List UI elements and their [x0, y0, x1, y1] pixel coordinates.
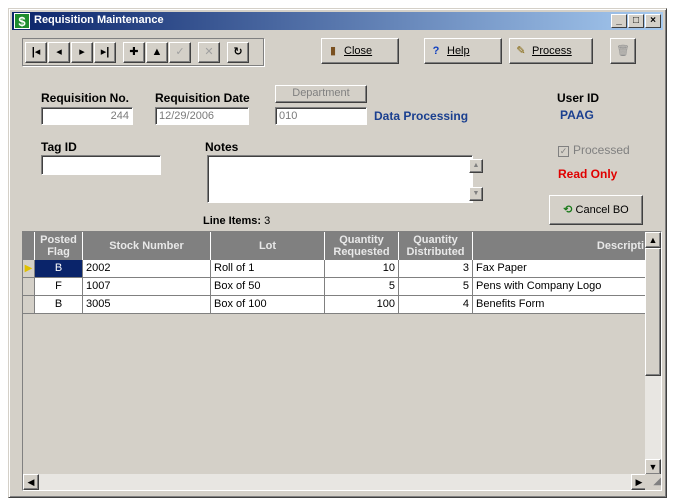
- header-qty-requested[interactable]: Quantity Requested: [325, 232, 399, 260]
- header-description[interactable]: Descripti: [473, 232, 647, 260]
- cell-qty-distributed[interactable]: 4: [399, 296, 473, 314]
- header-posted-flag[interactable]: Posted Flag: [35, 232, 83, 260]
- notes-scroll-down[interactable]: ▼: [469, 187, 483, 201]
- line-items-label: Line Items:: [203, 215, 262, 227]
- tag-id-label: Tag ID: [41, 140, 77, 154]
- current-row-arrow-icon: ▶: [23, 260, 35, 278]
- save-record-button[interactable]: ✓: [169, 42, 191, 63]
- requisition-date-field[interactable]: 12/29/2006: [155, 107, 249, 125]
- close-window-button[interactable]: ×: [645, 14, 661, 28]
- processed-label: Processed: [573, 143, 630, 157]
- app-dollar-icon: $: [14, 13, 30, 29]
- door-icon: ▮: [329, 45, 337, 57]
- record-navigator: |◂ ◂ ▸ ▸| ✚ ▲ ✓ ✕ ↻: [22, 38, 264, 66]
- row-selector[interactable]: [23, 296, 35, 314]
- cell-stock[interactable]: 2002: [83, 260, 211, 278]
- maximize-button[interactable]: □: [628, 14, 644, 28]
- processed-checkbox[interactable]: ✓ Processed: [558, 143, 630, 157]
- header-qty-distributed[interactable]: Quantity Distributed: [399, 232, 473, 260]
- resize-grip-icon[interactable]: ◢: [645, 474, 661, 490]
- cell-qty-distributed[interactable]: 5: [399, 278, 473, 296]
- user-id-label: User ID: [557, 91, 600, 105]
- cancel-bo-button[interactable]: ⟲ Cancel BO: [549, 195, 643, 225]
- cell-stock[interactable]: 3005: [83, 296, 211, 314]
- trash-icon: 🗑: [616, 45, 630, 57]
- grid-horizontal-scrollbar[interactable]: ◀ ▶: [23, 474, 647, 490]
- last-record-button[interactable]: ▸|: [94, 42, 116, 63]
- table-row[interactable]: ▶ B 2002 Roll of 1 10 3 Fax Paper: [23, 260, 647, 278]
- process-button[interactable]: ✎ Process: [509, 38, 593, 64]
- cell-description[interactable]: Fax Paper: [473, 260, 647, 278]
- line-items-info: Line Items: 3: [203, 215, 270, 227]
- notes-scroll-up[interactable]: ▲: [469, 159, 483, 173]
- grid-vertical-scrollbar[interactable]: ▲ ▼: [645, 232, 661, 475]
- department-name: Data Processing: [374, 109, 469, 123]
- first-record-button[interactable]: |◂: [25, 42, 47, 63]
- cell-description[interactable]: Pens with Company Logo: [473, 278, 647, 296]
- header-lot[interactable]: Lot: [211, 232, 325, 260]
- notes-field[interactable]: [207, 155, 473, 203]
- cell-qty-distributed[interactable]: 3: [399, 260, 473, 278]
- line-items-count: 3: [264, 215, 271, 227]
- process-button-label: Process: [532, 45, 572, 57]
- scroll-down-arrow-icon[interactable]: ▼: [645, 459, 661, 475]
- cell-lot[interactable]: Box of 50: [211, 278, 325, 296]
- table-row[interactable]: B 3005 Box of 100 100 4 Benefits Form: [23, 296, 647, 314]
- requisition-no-field[interactable]: 244: [41, 107, 133, 125]
- user-id-value: PAAG: [560, 108, 594, 122]
- close-button-label: Close: [344, 45, 373, 57]
- delete-record-button[interactable]: ▲: [146, 42, 168, 63]
- table-row[interactable]: F 1007 Box of 50 5 5 Pens with Company L…: [23, 278, 647, 296]
- next-record-button[interactable]: ▸: [71, 42, 93, 63]
- header-corner: [23, 232, 35, 260]
- cancel-bo-icon: ⟲: [563, 204, 573, 216]
- cell-qty-requested[interactable]: 100: [325, 296, 399, 314]
- minimize-button[interactable]: _: [611, 14, 627, 28]
- requisition-date-label: Requisition Date: [155, 91, 250, 105]
- checkbox-icon: ✓: [558, 146, 569, 157]
- pencil-icon: ✎: [516, 45, 526, 57]
- vertical-scroll-thumb[interactable]: [645, 248, 661, 376]
- department-button[interactable]: Department: [275, 85, 367, 103]
- header-stock-number[interactable]: Stock Number: [83, 232, 211, 260]
- row-selector[interactable]: [23, 278, 35, 296]
- department-code-field[interactable]: 010: [275, 107, 367, 125]
- close-button[interactable]: ▮ Close: [321, 38, 399, 64]
- help-button-label: Help: [447, 45, 470, 57]
- add-record-button[interactable]: ✚: [123, 42, 145, 63]
- cancel-bo-label: Cancel BO: [575, 204, 629, 216]
- cell-description[interactable]: Benefits Form: [473, 296, 647, 314]
- refresh-button[interactable]: ↻: [227, 42, 249, 63]
- cell-lot[interactable]: Roll of 1: [211, 260, 325, 278]
- trash-button[interactable]: 🗑: [610, 38, 636, 64]
- cancel-edit-button[interactable]: ✕: [198, 42, 220, 63]
- window-title: Requisition Maintenance: [34, 14, 164, 26]
- line-items-grid: Posted Flag Stock Number Lot Quantity Re…: [22, 231, 662, 491]
- notes-label: Notes: [205, 140, 239, 154]
- cell-lot[interactable]: Box of 100: [211, 296, 325, 314]
- cell-qty-requested[interactable]: 5: [325, 278, 399, 296]
- cell-flag[interactable]: B: [35, 296, 83, 314]
- help-button[interactable]: ? Help: [424, 38, 502, 64]
- requisition-window: $ Requisition Maintenance _ □ × |◂ ◂ ▸ ▸…: [8, 8, 667, 498]
- title-bar: $ Requisition Maintenance _ □ ×: [12, 12, 663, 30]
- requisition-no-label: Requisition No.: [41, 91, 129, 105]
- read-only-indicator: Read Only: [558, 167, 618, 181]
- question-icon: ?: [432, 45, 440, 57]
- cell-flag[interactable]: B: [35, 260, 83, 278]
- tag-id-field[interactable]: [41, 155, 161, 175]
- scroll-up-arrow-icon[interactable]: ▲: [645, 232, 661, 248]
- prev-record-button[interactable]: ◂: [48, 42, 70, 63]
- scroll-left-arrow-icon[interactable]: ◀: [23, 474, 39, 490]
- cell-stock[interactable]: 1007: [83, 278, 211, 296]
- cell-flag[interactable]: F: [35, 278, 83, 296]
- cell-qty-requested[interactable]: 10: [325, 260, 399, 278]
